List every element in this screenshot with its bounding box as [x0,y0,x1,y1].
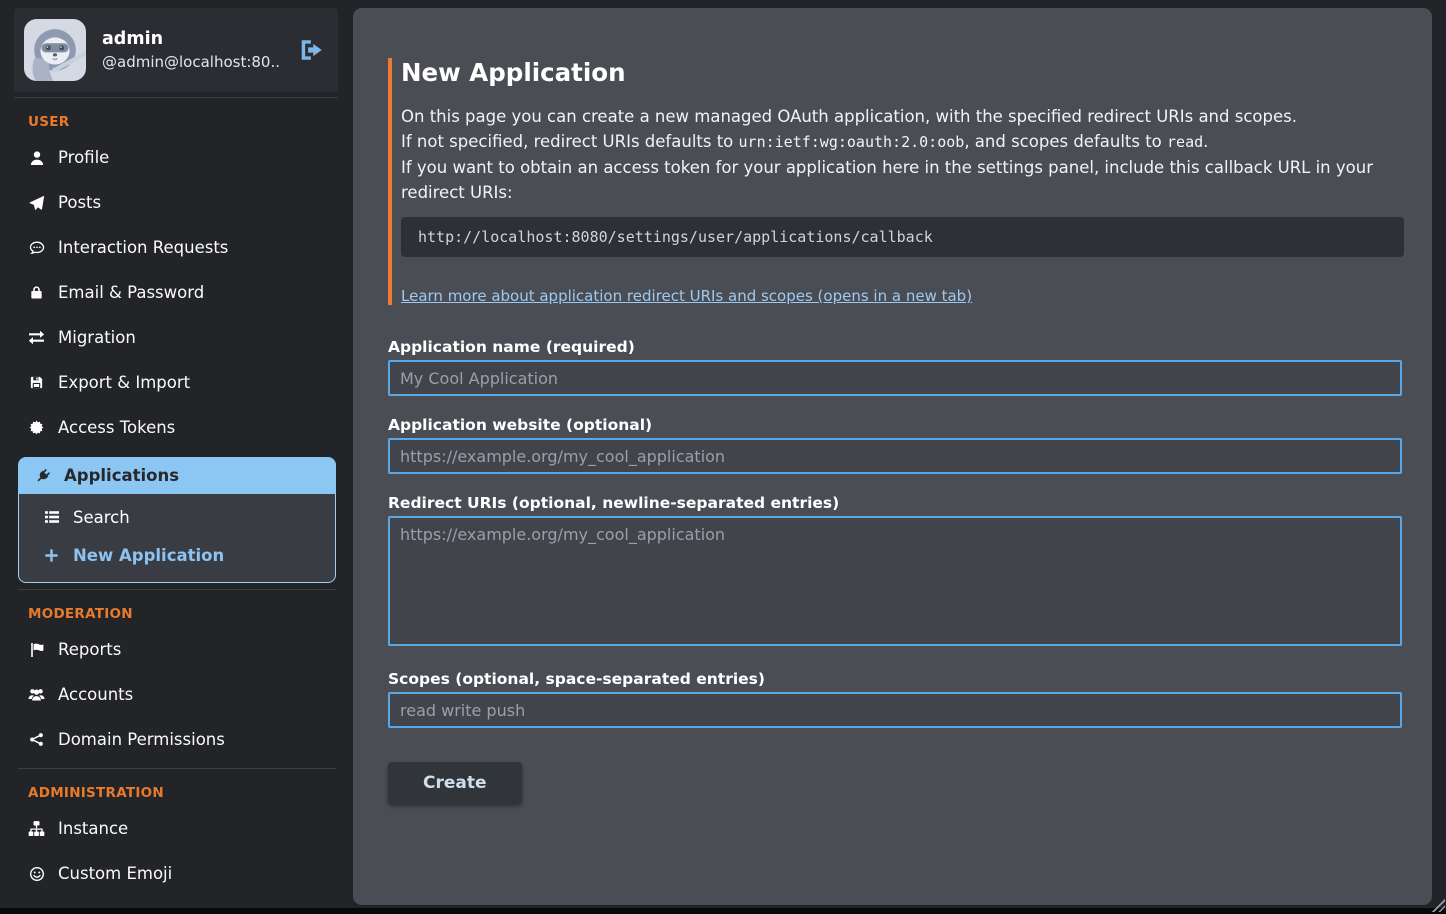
sidebar-item-search[interactable]: Search [19,498,335,536]
sidebar-item-label: New Application [73,546,224,565]
smile-icon [28,866,45,882]
application-name-label: Application name (required) [388,338,1402,356]
comment-dots-icon [28,240,45,256]
main-panel: New Application On this page you can cre… [353,8,1432,905]
sidebar-section-user: USER [28,114,338,130]
sidebar-item-migration[interactable]: Migration [14,315,338,360]
application-website-field: Application website (optional) [388,416,1402,474]
application-name-input[interactable] [388,360,1402,396]
page-bottom-edge [0,908,1446,914]
sidebar-item-profile[interactable]: Profile [14,135,338,180]
application-website-input[interactable] [388,438,1402,474]
user-card: admin @admin@localhost:80... [14,8,338,92]
sidebar-item-label: Posts [58,193,101,212]
user-handle: @admin@localhost:80... [102,53,280,71]
sidebar-section-administration: ADMINISTRATION [28,785,338,801]
plug-icon [34,468,51,484]
sidebar-item-label: Profile [58,148,109,167]
redirect-uris-field: Redirect URIs (optional, newline-separat… [388,494,1402,650]
user-icon [28,150,45,166]
share-nodes-icon [28,732,45,747]
create-button[interactable]: Create [388,762,522,804]
sidebar-item-posts[interactable]: Posts [14,180,338,225]
application-website-label: Application website (optional) [388,416,1402,434]
read-code: read [1167,133,1203,151]
scopes-field: Scopes (optional, space-separated entrie… [388,670,1402,728]
sidebar-item-instance[interactable]: Instance [14,806,338,851]
callback-url-code: http://localhost:8080/settings/user/appl… [401,217,1404,257]
settings-sidebar: admin @admin@localhost:80... USER Profil… [0,0,353,914]
floppy-disk-icon [28,375,45,390]
users-icon [28,686,45,703]
application-name-field: Application name (required) [388,338,1402,396]
sidebar-item-export-import[interactable]: Export & Import [14,360,338,405]
sidebar-item-label: Reports [58,640,121,659]
intro-line2-suffix: . [1203,132,1208,151]
page-title: New Application [401,58,1404,87]
scopes-input[interactable] [388,692,1402,728]
resize-grip[interactable] [1430,897,1445,912]
intro-line1: On this page you can create a new manage… [401,107,1297,126]
redirect-uris-textarea[interactable] [388,516,1402,646]
lock-icon [28,285,45,300]
sidebar-item-access-tokens[interactable]: Access Tokens [14,405,338,450]
redirect-uris-label: Redirect URIs (optional, newline-separat… [388,494,1402,512]
oob-code: urn:ietf:wg:oauth:2.0:oob [739,133,965,151]
sidebar-item-custom-emoji[interactable]: Custom Emoji [14,851,338,896]
certificate-icon [28,420,45,435]
paper-plane-icon [28,195,45,211]
new-application-form: Application name (required) Application … [388,338,1402,804]
sidebar-item-reports[interactable]: Reports [14,627,338,672]
sidebar-item-label: Domain Permissions [58,730,225,749]
intro-line2-mid: , and scopes defaults to [964,132,1167,151]
sidebar-item-new-application[interactable]: New Application [19,536,335,574]
applications-submenu: Search New Application [18,494,336,583]
logout-button[interactable] [296,35,326,65]
intro-text: On this page you can create a new manage… [401,104,1404,205]
learn-more-link[interactable]: Learn more about application redirect UR… [401,287,972,305]
plus-icon [43,548,60,563]
sidebar-section-moderation: MODERATION [28,606,338,622]
divider [14,97,338,98]
sidebar-item-label: Migration [58,328,136,347]
sidebar-item-interaction-requests[interactable]: Interaction Requests [14,225,338,270]
sidebar-item-label: Search [73,508,130,527]
divider [18,768,336,769]
intro-line3: If you want to obtain an access token fo… [401,158,1373,202]
sidebar-item-domain-permissions[interactable]: Domain Permissions [14,717,338,762]
applications-block: Applications Search N [18,457,336,583]
flag-icon [28,642,45,658]
exchange-arrows-icon [28,329,45,346]
divider [18,589,336,590]
sidebar-item-label: Applications [64,466,179,485]
sidebar-item-email-password[interactable]: Email & Password [14,270,338,315]
intro-line2-prefix: If not specified, redirect URIs defaults… [401,132,739,151]
sidebar-item-label: Accounts [58,685,133,704]
sidebar-item-label: Custom Emoji [58,864,172,883]
list-icon [43,509,60,525]
sidebar-item-label: Email & Password [58,283,204,302]
scopes-label: Scopes (optional, space-separated entrie… [388,670,1402,688]
sidebar-item-label: Instance [58,819,128,838]
sitemap-icon [28,820,45,837]
sidebar-item-label: Export & Import [58,373,190,392]
sign-out-icon [298,37,324,63]
sidebar-item-label: Interaction Requests [58,238,228,257]
username: admin [102,29,280,49]
sidebar-item-accounts[interactable]: Accounts [14,672,338,717]
new-application-intro: New Application On this page you can cre… [388,58,1404,305]
sidebar-item-applications[interactable]: Applications [18,457,336,494]
sidebar-item-label: Access Tokens [58,418,175,437]
user-info: admin @admin@localhost:80... [102,29,280,71]
sloth-avatar [24,19,86,81]
